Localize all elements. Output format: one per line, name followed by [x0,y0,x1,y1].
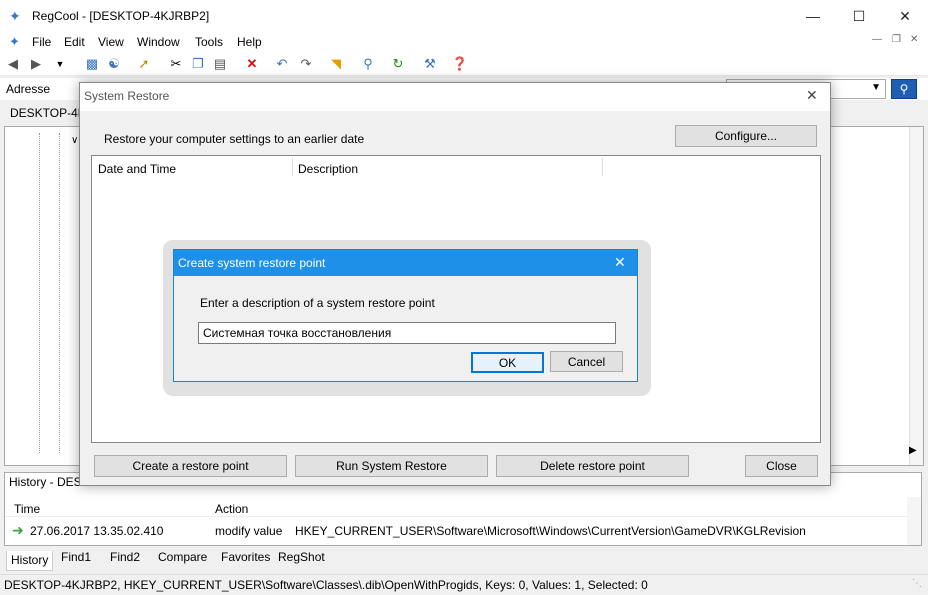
minimize-button[interactable]: — [790,0,836,32]
app-logo-icon: ✦ [9,8,21,24]
mdi-minimize-icon[interactable]: — [872,34,882,45]
back-icon[interactable]: ◀ [3,54,23,74]
network-icon[interactable]: ☯ [104,54,124,74]
cancel-button[interactable]: Cancel [550,351,623,372]
history-header: Time Action [5,497,921,517]
undo-icon[interactable]: ↶ [272,54,292,74]
help-icon[interactable]: ❓ [450,54,470,74]
dropdown-icon[interactable]: ▼ [50,54,70,74]
create-restore-point-button[interactable]: Create a restore point [94,455,287,477]
col-divider [602,158,603,176]
computer-icon[interactable]: ▩ [82,54,102,74]
col-divider [292,158,293,176]
history-key: HKEY_CURRENT_USER\Software\Microsoft\Win… [295,524,806,538]
mdi-restore-icon[interactable]: ❐ [892,34,901,45]
export-icon[interactable]: ➚ [134,54,154,74]
resize-grip-icon[interactable]: ⋱ [912,578,922,589]
mdi-icon: ✦ [9,34,20,49]
maximize-button[interactable]: ☐ [836,0,882,32]
tree-expand-icon[interactable]: ∨ [71,135,78,146]
go-button[interactable]: ⚲ [891,79,917,99]
menu-help[interactable]: Help [237,35,262,49]
cd-title: Create system restore point [178,256,326,270]
status-text: DESKTOP-4KJRBP2, HKEY_CURRENT_USER\Softw… [4,578,648,592]
sr-title: System Restore [84,89,170,103]
restore-description-input[interactable] [198,322,616,344]
refresh-icon[interactable]: ↻ [388,54,408,74]
find-icon[interactable]: ⚲ [358,54,378,74]
tab-compare[interactable]: Compare [154,548,211,568]
sr-title-bar: System Restore ✕ [80,83,830,111]
menu-view[interactable]: View [98,35,124,49]
tab-favorites[interactable]: Favorites [217,548,274,568]
menu-edit[interactable]: Edit [64,35,85,49]
history-col-time[interactable]: Time [14,502,40,516]
tools-icon[interactable]: ⚒ [420,54,440,74]
configure-button[interactable]: Configure... [675,125,817,147]
list-header: Date and Time Description [92,156,820,178]
arrow-right-icon: ➜ [12,522,24,538]
forward-icon[interactable]: ▶ [26,54,46,74]
tree-guide [59,133,60,453]
menu-window[interactable]: Window [137,35,180,49]
menu-bar: ✦ File Edit View Window Tools Help — ❐ ✕ [0,32,928,52]
tab-regshot[interactable]: RegShot [274,548,329,568]
history-col-action[interactable]: Action [215,502,248,516]
search-icon: ⚲ [899,82,909,96]
ok-button[interactable]: OK [471,352,544,373]
status-bar: DESKTOP-4KJRBP2, HKEY_CURRENT_USER\Softw… [0,574,928,595]
delete-icon[interactable]: ✕ [242,54,262,74]
history-scrollbar[interactable] [907,497,921,545]
scroll-right-icon[interactable]: ▶ [909,445,917,456]
history-action: modify value [215,524,283,538]
sr-close-icon[interactable]: ✕ [806,87,818,104]
tab-find2[interactable]: Find2 [106,548,144,568]
cd-prompt: Enter a description of a system restore … [200,296,435,310]
menu-tools[interactable]: Tools [195,35,223,49]
folder-icon[interactable]: ◥ [326,54,346,74]
address-label: Adresse [6,82,51,96]
menu-file[interactable]: File [32,35,51,49]
cut-icon[interactable]: ✂ [166,54,186,74]
table-row[interactable]: ➜ 27.06.2017 13.35.02.410 modify value H… [5,521,905,541]
run-system-restore-button[interactable]: Run System Restore [295,455,488,477]
tree-vscrollbar[interactable] [909,127,923,465]
title-bar: ✦ RegCool - [DESKTOP-4KJRBP2] — ☐ ✕ [0,0,928,32]
tab-history[interactable]: History [6,551,54,571]
copy-icon[interactable]: ❐ [188,54,208,74]
sr-close-button[interactable]: Close [745,455,818,477]
history-title: History - DESK [9,475,90,489]
col-date-time[interactable]: Date and Time [98,162,176,176]
col-description[interactable]: Description [298,162,358,176]
delete-restore-point-button[interactable]: Delete restore point [496,455,689,477]
tab-find1[interactable]: Find1 [57,548,95,568]
redo-icon[interactable]: ↷ [296,54,316,74]
cd-title-bar: Create system restore point ✕ [174,250,637,276]
create-restore-point-dialog: Create system restore point ✕ Enter a de… [173,249,638,382]
chevron-down-icon: ▼ [871,82,881,93]
tree-guide [39,133,40,453]
cd-close-icon[interactable]: ✕ [614,254,626,271]
paste-icon[interactable]: ▤ [210,54,230,74]
sr-subtitle: Restore your computer settings to an ear… [104,132,365,146]
close-window-button[interactable]: ✕ [882,0,928,32]
toolbar: ◀ ▶ ▼ ▩ ☯ ➚ ✂ ❐ ▤ ✕ ↶ ↷ ◥ ⚲ ↻ ⚒ ❓ [0,52,928,76]
history-time: 27.06.2017 13.35.02.410 [30,524,164,538]
mdi-close-icon[interactable]: ✕ [910,34,918,45]
bottom-tabs: History Find1 Find2 Compare Favorites Re… [4,548,924,571]
window-title: RegCool - [DESKTOP-4KJRBP2] [32,9,210,23]
